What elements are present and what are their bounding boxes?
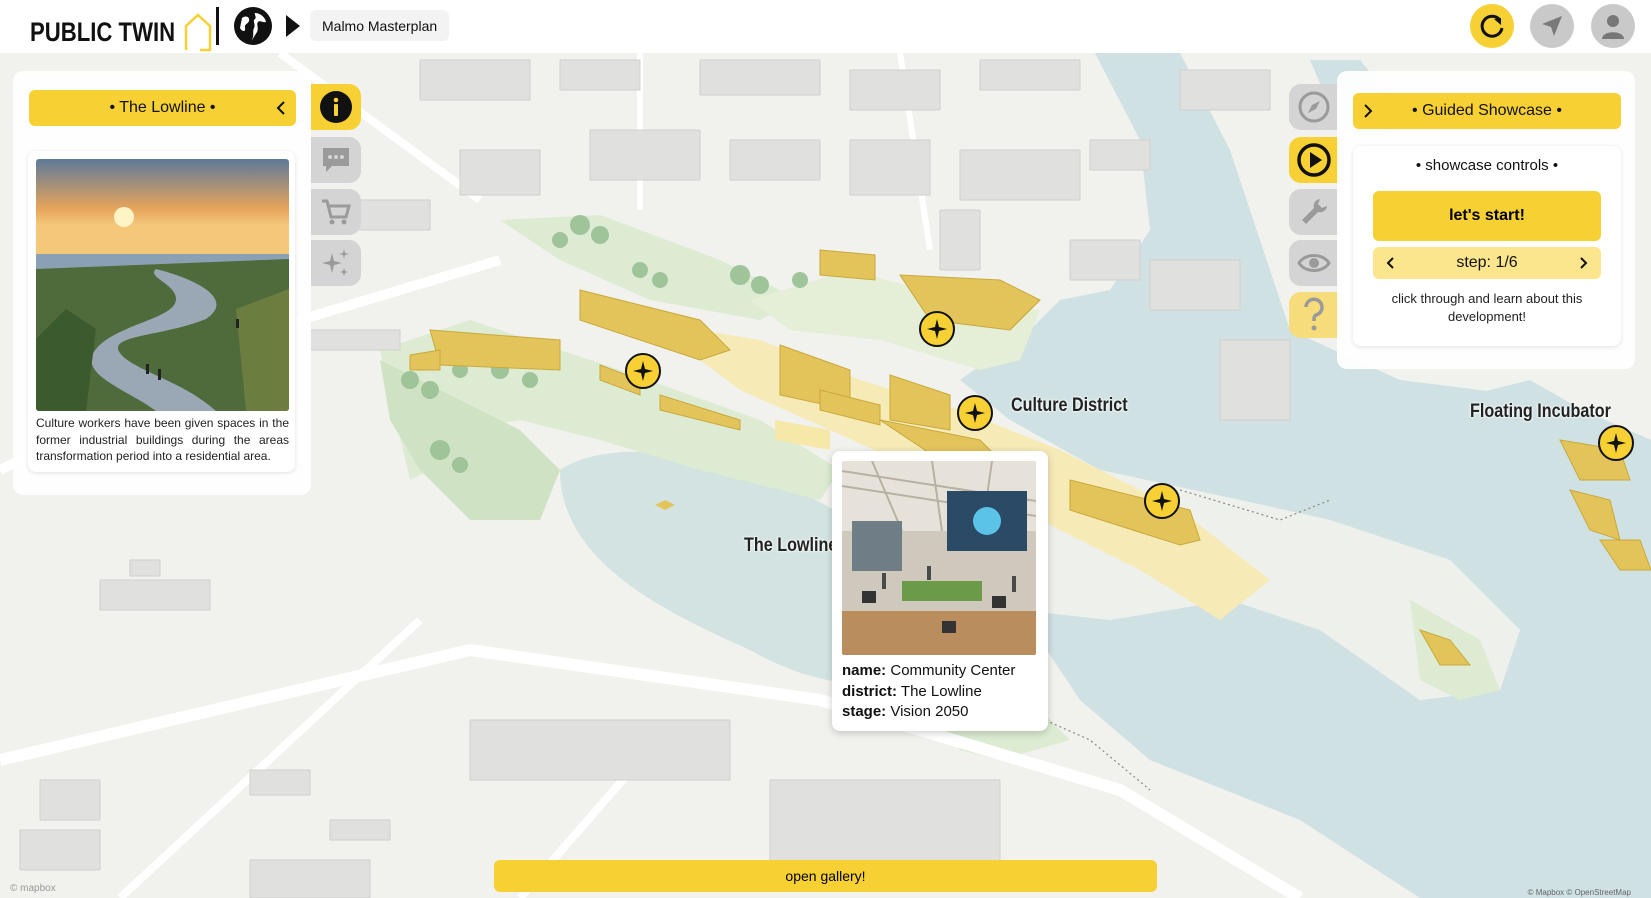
tab-navigate[interactable]	[1289, 84, 1339, 130]
chevron-left-icon	[1386, 257, 1394, 269]
tab-shop[interactable]	[311, 189, 361, 235]
sparkles-icon	[1606, 433, 1626, 453]
map-marker-sparkle[interactable]	[1598, 425, 1634, 461]
info-description: Culture workers have been given spaces i…	[36, 416, 289, 463]
open-gallery-button[interactable]: open gallery!	[494, 860, 1157, 892]
wrench-icon	[1302, 199, 1327, 224]
step-navigator: step: 1/6	[1373, 247, 1601, 279]
start-showcase-button[interactable]: let's start!	[1373, 191, 1601, 241]
tab-tools[interactable]	[1289, 189, 1339, 235]
mapbox-logo[interactable]: © mapbox	[10, 883, 56, 894]
map-marker-sparkle[interactable]	[625, 353, 661, 389]
lowline-photo	[36, 159, 289, 411]
tab-ai[interactable]	[311, 240, 361, 286]
chevron-right-icon	[1580, 257, 1588, 269]
building-popup[interactable]: name: Community Center district: The Low…	[832, 451, 1048, 731]
refresh-button[interactable]	[1470, 4, 1514, 48]
tab-visibility[interactable]	[1289, 240, 1339, 286]
info-icon	[320, 91, 352, 123]
tab-info[interactable]	[311, 84, 361, 130]
location-arrow-icon	[1542, 16, 1562, 36]
top-bar: PUBLIC TWIN Malmo Masterplan	[0, 0, 1651, 53]
collapse-showcase-button[interactable]	[1361, 93, 1375, 129]
compass-icon	[1298, 91, 1330, 123]
showcase-description: click through and learn about this devel…	[1391, 291, 1583, 324]
sparkles-icon	[1152, 491, 1172, 511]
info-panel: • The Lowline • Culture workers have bee…	[13, 71, 311, 495]
building-info: name: Community Center district: The Low…	[842, 661, 1015, 723]
tab-help[interactable]	[1289, 292, 1339, 338]
map-label-floating-incubator: Floating Incubator	[1470, 401, 1611, 422]
user-button[interactable]	[1591, 4, 1635, 48]
showcase-controls-card: • showcase controls • let's start! step:…	[1353, 146, 1621, 346]
chevron-left-icon	[276, 101, 285, 115]
map-marker-sparkle[interactable]	[919, 311, 955, 347]
chat-icon	[323, 148, 349, 172]
district-key: district:	[842, 682, 898, 700]
sparkles-icon	[633, 361, 653, 381]
top-divider	[216, 7, 219, 45]
project-name[interactable]: Malmo Masterplan	[310, 10, 450, 41]
map-attribution[interactable]: © Mapbox © OpenStreetMap	[1528, 888, 1631, 897]
refresh-icon	[1480, 14, 1504, 38]
stage-key: stage:	[842, 703, 887, 720]
showcase-panel: • Guided Showcase • • showcase controls …	[1337, 71, 1635, 369]
next-step-button[interactable]	[1569, 247, 1597, 279]
app-logo[interactable]: PUBLIC TWIN	[30, 10, 212, 52]
showcase-panel-header[interactable]: • Guided Showcase •	[1353, 93, 1621, 129]
tab-comments[interactable]	[311, 137, 361, 183]
sparkles-icon	[927, 319, 947, 339]
cart-icon	[322, 199, 351, 225]
showcase-panel-title: • Guided Showcase •	[1412, 102, 1562, 119]
eye-icon	[1297, 254, 1331, 272]
district-value: The Lowline	[900, 682, 982, 700]
map-marker-sparkle[interactable]	[957, 395, 993, 431]
info-panel-title: • The Lowline •	[109, 99, 216, 116]
step-indicator: step: 1/6	[1456, 254, 1518, 271]
info-card: Culture workers have been given spaces i…	[28, 151, 295, 472]
tab-showcase[interactable]	[1289, 137, 1339, 183]
map-marker-sparkle[interactable]	[1144, 483, 1180, 519]
play-circle-icon	[1297, 143, 1331, 177]
user-avatar-icon	[1602, 15, 1624, 39]
sparkles-icon	[965, 403, 985, 423]
collapse-panel-button[interactable]	[274, 90, 288, 126]
showcase-controls-title: • showcase controls •	[1415, 157, 1559, 174]
breadcrumb-separator-icon	[286, 15, 300, 37]
logo-mark-icon	[184, 13, 212, 52]
help-icon	[1304, 297, 1324, 331]
locate-button[interactable]	[1530, 4, 1574, 48]
map-label-lowline: The Lowline	[744, 535, 838, 556]
map-label-culture-district: Culture District	[1011, 395, 1128, 416]
info-panel-header[interactable]: • The Lowline •	[29, 90, 296, 126]
name-value: Community Center	[890, 662, 1016, 679]
building-photo	[842, 461, 1036, 655]
stage-value: Vision 2050	[890, 703, 969, 720]
sparkles-icon	[322, 249, 349, 276]
globe-icon[interactable]	[233, 6, 273, 46]
chevron-right-icon	[1364, 104, 1373, 118]
name-key: name:	[842, 662, 887, 679]
previous-step-button[interactable]	[1377, 247, 1405, 279]
